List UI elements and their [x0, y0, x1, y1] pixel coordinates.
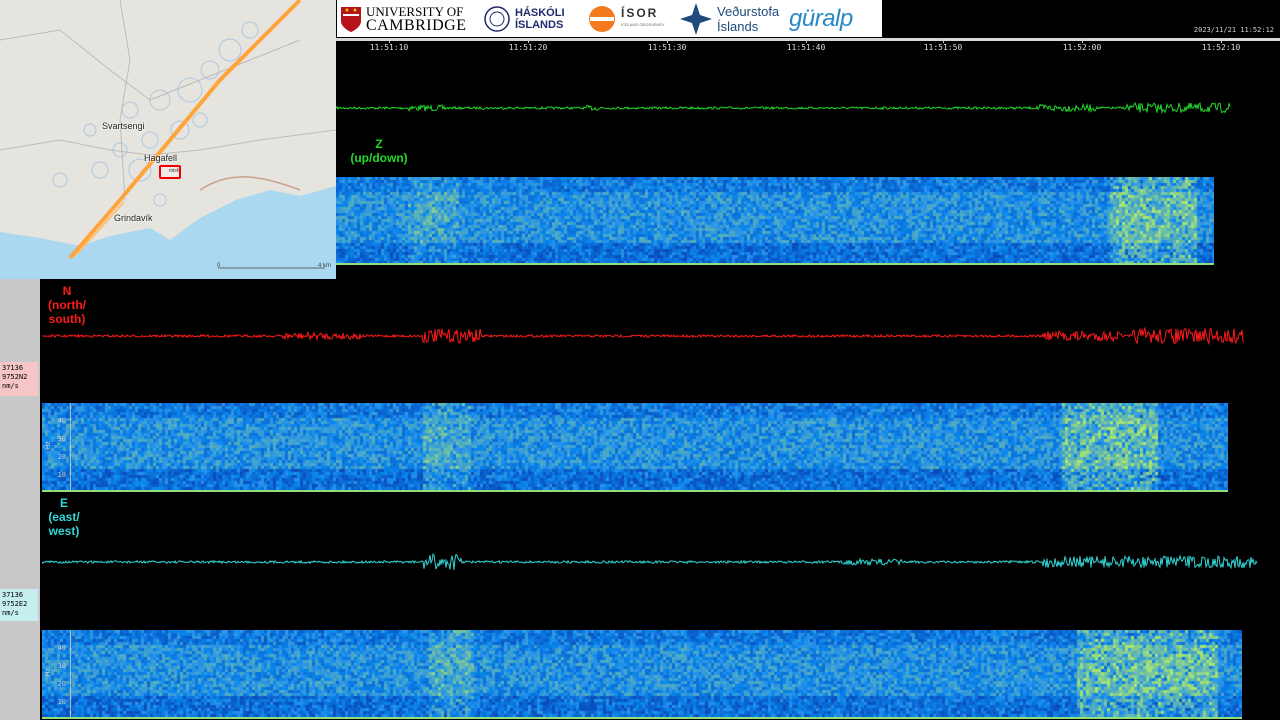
- scale-end: 4 km: [318, 263, 332, 269]
- cambridge-logo: UNIVERSITY OF CAMBRIDGE: [340, 0, 467, 37]
- spectrogram-baseline: [42, 490, 1228, 492]
- hz-tick-label: 10: [57, 698, 66, 706]
- station-id: 37136: [2, 364, 24, 372]
- hz-tick-label: 30: [57, 662, 66, 670]
- channel-z-desc: (up/down): [350, 151, 408, 165]
- hz-axis-e: 40 30 20 10 Hz: [42, 630, 71, 719]
- station-channel: 9752N2: [2, 373, 28, 381]
- station-id: 37136: [2, 591, 24, 599]
- haskoli-logo: HÁSKÓLI ÍSLANDS: [483, 0, 565, 37]
- time-tick-label: 11:51:10: [369, 43, 409, 52]
- hz-tick-label: 40: [57, 644, 66, 652]
- vedurstofa-star-icon: [680, 2, 712, 35]
- haskoli-line2: ÍSLANDS: [515, 18, 564, 31]
- place-grindavik: Grindavík: [114, 213, 153, 223]
- hz-axis-line: [70, 630, 71, 719]
- spectrogram-n-canvas: [42, 403, 1228, 490]
- vedurstofa-line1: Veðurstofa: [717, 3, 780, 19]
- channel-e-name: E: [59, 496, 68, 510]
- hz-tick-label: 40: [57, 417, 66, 425]
- vedurstofa-line2: Íslands: [717, 18, 759, 34]
- channel-n-name: N: [62, 284, 72, 298]
- channel-z-name: Z: [375, 137, 383, 151]
- channel-label-e: E (east/ west): [44, 496, 84, 538]
- channel-e-desc2: west): [48, 524, 80, 538]
- map-graphic: [0, 0, 336, 279]
- place-svartsengi: Svartsengi: [102, 121, 145, 131]
- isor-sun-icon: [589, 5, 615, 32]
- isor-text: ÍSOR: [621, 5, 659, 20]
- spectrogram-baseline: [336, 263, 1214, 265]
- waveform-trace: [336, 101, 1231, 115]
- scale-start: 0: [217, 263, 221, 269]
- hz-unit-label: Hz: [44, 441, 52, 450]
- spectrogram-e-canvas: [42, 630, 1242, 717]
- hz-axis-line: [70, 403, 71, 492]
- station-channel: 9752E2: [2, 600, 28, 608]
- waveform-e: [42, 553, 1258, 570]
- isor-logo: ÍSOR ICELAND GEOSURVEY: [587, 0, 665, 37]
- spectrogram-baseline: [42, 717, 1242, 719]
- channel-n-desc1: (north/: [48, 298, 86, 312]
- time-tick-label: 11:51:40: [786, 43, 826, 52]
- place-hagafell: Hagafell: [144, 153, 178, 163]
- time-tick-label: 11:51:20: [508, 43, 548, 52]
- hz-unit-label: Hz: [44, 668, 52, 677]
- hz-tick-label: 20: [57, 680, 66, 688]
- time-tick-label: 11:51:50: [923, 43, 963, 52]
- waveform-n: [42, 326, 1245, 346]
- logo-bar: UNIVERSITY OF CAMBRIDGE HÁSKÓLI ÍSLANDS …: [337, 0, 882, 37]
- channel-label-z: Z (up/down): [344, 137, 414, 165]
- station-marker: mish: [159, 165, 181, 179]
- channel-e-desc1: (east/: [48, 510, 80, 524]
- waveform-z: [336, 101, 1231, 115]
- waveform-trace: [42, 326, 1245, 346]
- station-unit: nm/s: [2, 382, 19, 390]
- spectrogram-z: [336, 177, 1214, 265]
- guralp-logo: güralp: [789, 0, 853, 37]
- spectrogram-n: 40 30 20 10 Hz: [42, 403, 1228, 492]
- isor-sub: ICELAND GEOSURVEY: [621, 21, 665, 27]
- vedurstofa-logo: Veðurstofa Íslands: [678, 0, 779, 37]
- spectrogram-e: 40 30 20 10 Hz: [42, 630, 1242, 719]
- time-axis-strip: [336, 38, 1280, 41]
- cambridge-crest-icon: [341, 6, 361, 32]
- station-tag-e: 37136 9752E2 nm/s: [0, 589, 38, 621]
- current-timestamp: 2023/11/21 11:52:12: [1193, 26, 1274, 34]
- station-unit: nm/s: [2, 609, 19, 617]
- haskoli-seal-icon: [484, 5, 510, 32]
- waveform-trace: [42, 553, 1258, 570]
- hz-axis-n: 40 30 20 10 Hz: [42, 403, 71, 492]
- station-marker-label: mish: [169, 168, 180, 174]
- guralp-text: güralp: [789, 4, 853, 32]
- station-info-strip: [0, 279, 40, 720]
- hz-tick-label: 10: [57, 471, 66, 479]
- cambridge-line2: CAMBRIDGE: [366, 16, 467, 34]
- spectrogram-z-canvas: [336, 177, 1214, 263]
- station-tag-n: 37136 9752N2 nm/s: [0, 362, 38, 396]
- location-map: Svartsengi Hagafell Grindavík mish 0 4 k…: [0, 0, 336, 279]
- haskoli-line1: HÁSKÓLI: [515, 6, 565, 19]
- hz-tick-label: 20: [57, 453, 66, 461]
- hz-tick-label: 30: [57, 435, 66, 443]
- time-tick-label: 11:51:30: [647, 43, 687, 52]
- time-tick-label: 11:52:00: [1062, 43, 1102, 52]
- time-tick-label: 11:52:10: [1201, 43, 1241, 52]
